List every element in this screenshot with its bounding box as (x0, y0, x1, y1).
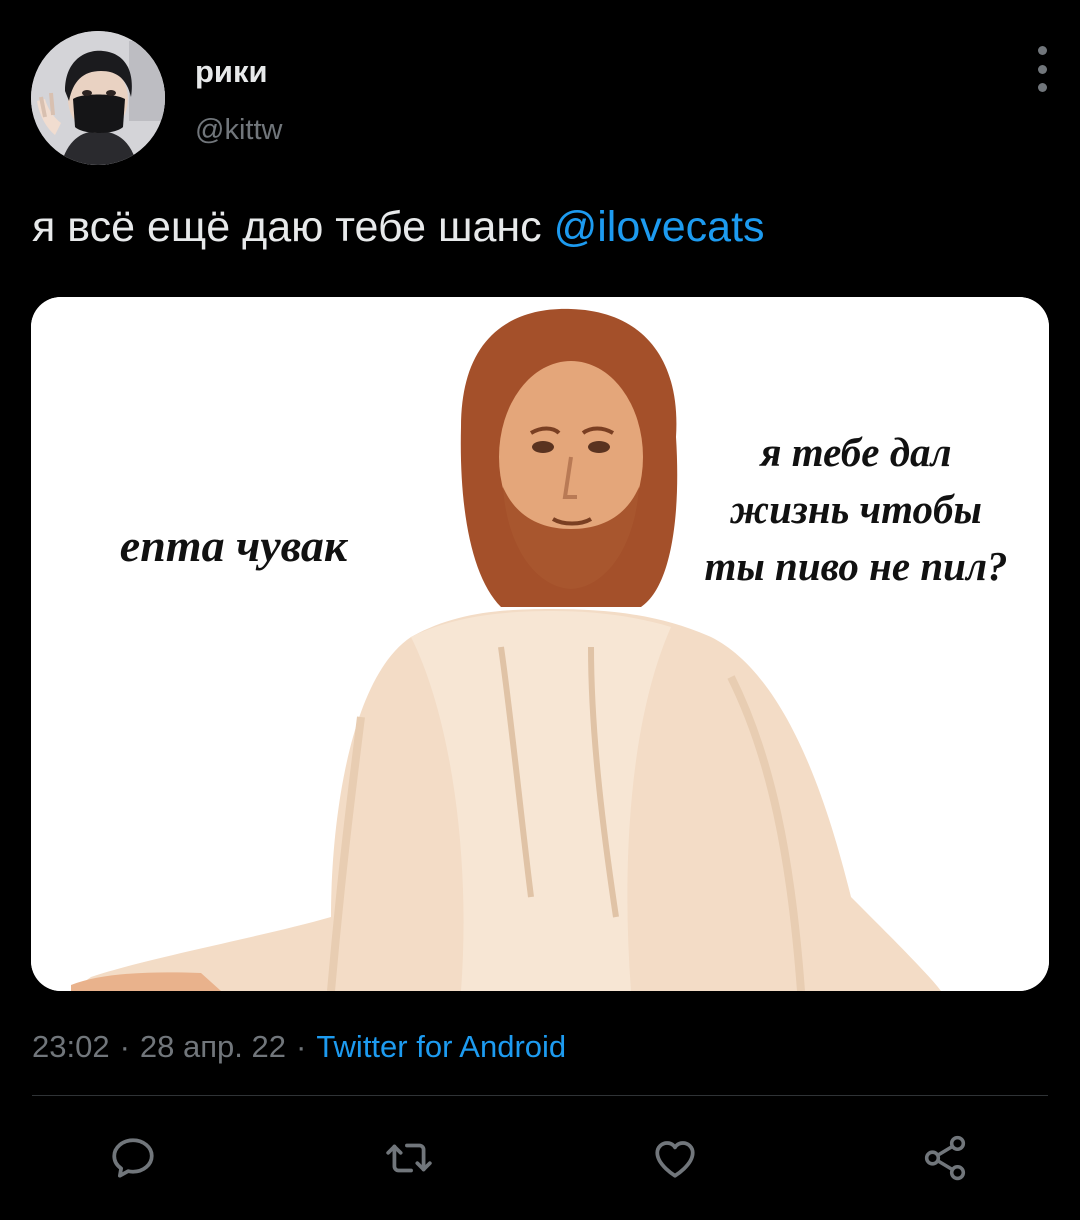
meta-separator: · (295, 1029, 307, 1064)
meme-caption-right: я тебе дал жизнь чтобы ты пиво не пил? (686, 424, 1026, 595)
tweet-time: 23:02 (32, 1029, 110, 1064)
avatar-photo (31, 31, 165, 165)
meme-caption-line: жизнь чтобы (730, 486, 982, 532)
meme-illustration (31, 297, 1049, 991)
more-dot (1037, 46, 1047, 55)
tweet-text: я всё ещё даю тебе шанс @ilovecats (32, 201, 765, 253)
retweet-button[interactable] (379, 1128, 439, 1188)
meta-separator: · (119, 1029, 130, 1064)
tweet-date: 28 апр. 22 (139, 1029, 286, 1064)
tweet-source-link[interactable]: Twitter for Android (316, 1029, 566, 1064)
meme-caption-line: я тебе дал (760, 429, 952, 475)
more-options-icon[interactable] (1022, 46, 1062, 92)
tweet-media-image[interactable]: епта чувак я тебе дал жизнь чтобы ты пив… (31, 297, 1049, 991)
tweet-body: я всё ещё даю тебе шанс (32, 203, 554, 251)
retweet-icon (386, 1143, 432, 1173)
reply-button[interactable] (103, 1128, 163, 1188)
action-bar (0, 1128, 1080, 1188)
more-dot (1037, 64, 1047, 74)
tweet-detail: рики @kittw я всё ещё даю тебе шанс @ilo… (0, 0, 1080, 1220)
share-button[interactable] (915, 1128, 975, 1188)
avatar[interactable] (31, 31, 165, 165)
meme-caption-line: ты пиво не пил? (704, 543, 1008, 589)
divider (32, 1095, 1048, 1096)
tweet-meta: 23:02 · 28 апр. 22 · Twitter for Android (32, 1028, 566, 1066)
share-icon (924, 1135, 966, 1181)
user-handle[interactable]: @kittw (195, 113, 282, 147)
like-icon (655, 1141, 695, 1178)
display-name[interactable]: рики (195, 54, 268, 90)
mention-link[interactable]: @ilovecats (554, 203, 765, 251)
reply-icon (112, 1138, 154, 1178)
meme-caption-left: епта чувак (119, 520, 348, 571)
more-dot (1037, 83, 1047, 92)
like-button[interactable] (645, 1128, 705, 1188)
